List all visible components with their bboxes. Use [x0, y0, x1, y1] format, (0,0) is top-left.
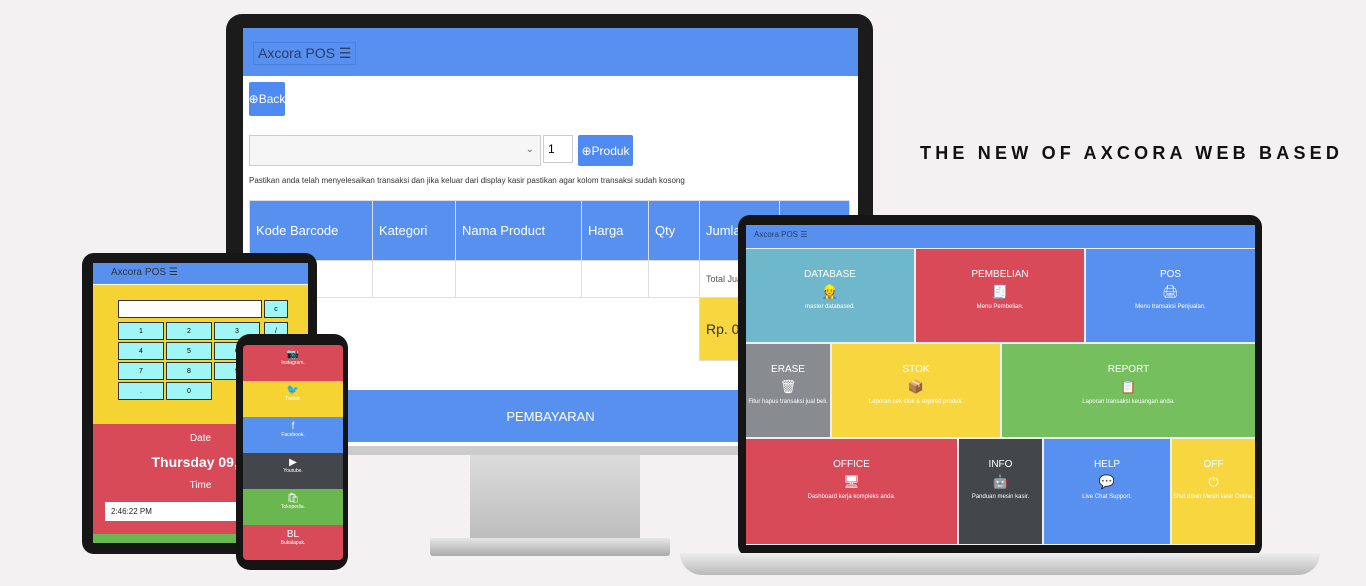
monitor-stand [470, 452, 640, 542]
link-label: Facebook. [281, 432, 305, 438]
tile-desc: Menu Pembelian. [976, 304, 1024, 310]
tile-title: OFF [1203, 459, 1224, 470]
tile-desc: Menu transaksi Penjualan. [1135, 304, 1206, 310]
back-label: Back [258, 92, 286, 106]
chevron-down-icon: ⌄ [525, 144, 534, 155]
link-instagram[interactable]: 📷 Instagram. [243, 345, 343, 381]
laptop-screen: Axcora POS ☰ DATABASE 👷 master databased. P… [746, 225, 1255, 545]
add-product-button[interactable]: ⊕ Produk [578, 135, 633, 166]
bukalapak-icon: BL [286, 529, 300, 540]
tile-erase[interactable]: ERASE 🗑 Fitur hapus transaksi jual beli. [746, 344, 830, 437]
col-header: Harga [581, 200, 649, 261]
pembelian-icon: 🧾 [991, 284, 1009, 299]
tile-pos[interactable]: POS 🖨 Menu transaksi Penjualan. [1086, 249, 1255, 342]
tile-desc: master databased. [805, 304, 855, 310]
col-header: Kategori [372, 200, 456, 261]
headline: THE NEW OF AXCORA WEB BASED [920, 143, 1344, 163]
app-header: Axcora POS ☰ [243, 28, 858, 76]
tile-title: OFFICE [833, 459, 870, 470]
plus-circle-icon: ⊕ [248, 92, 259, 106]
link-tokopedia[interactable]: 🛍 Tokopedia. [243, 489, 343, 525]
col-header: Kode Barcode [249, 200, 373, 261]
tile-title: PEMBELIAN [971, 269, 1029, 280]
calc-key[interactable]: 1 [118, 322, 164, 340]
tile-off[interactable]: OFF ⏻ Shut down Mesin kasir Online. [1172, 439, 1255, 544]
app-header: Axcora POS ☰ [93, 263, 308, 284]
report-icon: 📋 [1120, 379, 1137, 394]
off-icon: ⏻ [1208, 474, 1219, 489]
facebook-icon: f [291, 421, 295, 432]
calculator-display[interactable] [118, 300, 262, 318]
col-header: Qty [648, 200, 700, 261]
calc-key[interactable]: 4 [118, 342, 164, 360]
tile-desc: Dashboard kerja kompleks anda. [807, 494, 896, 500]
tile-desc: Fitur hapus transaksi jual beli. [748, 399, 828, 405]
link-bukalapak[interactable]: BL Bukalapak. [243, 525, 343, 560]
link-label: Tokopedia. [280, 504, 306, 510]
youtube-icon: ▶ [289, 457, 297, 468]
tile-pembelian[interactable]: PEMBELIAN 🧾 Menu Pembelian. [916, 249, 1084, 342]
tile-title: DATABASE [804, 269, 856, 280]
tile-database[interactable]: DATABASE 👷 master databased. [746, 249, 914, 342]
link-facebook[interactable]: f Facebook. [243, 417, 343, 453]
phone-screen: 📷 Instagram. 🐦 Twitter. f Facebook. ▶ Youtube. 🛍… [243, 345, 343, 560]
tile-desc: Laporan cek stok & expired produk. [868, 399, 964, 405]
tile-desc: Panduan mesin kasir. [971, 494, 1030, 500]
produk-label: Produk [591, 143, 630, 158]
tile-desc: Shut down Mesin kasir Online. [1172, 494, 1255, 500]
monitor-foot [430, 538, 670, 556]
hamburger-icon[interactable]: ☰ [800, 230, 807, 239]
tile-desc: Laporan transaksi keuangan anda. [1082, 399, 1175, 405]
hamburger-icon[interactable]: ☰ [339, 45, 352, 61]
calc-key[interactable]: 5 [166, 342, 212, 360]
tile-help[interactable]: HELP 💬 Live Chat Support. [1044, 439, 1170, 544]
plus-circle-icon: ⊕ [581, 143, 592, 158]
brand-menu[interactable]: Axcora POS ☰ [253, 42, 357, 65]
calc-key[interactable]: . [118, 382, 164, 400]
database-icon: 👷 [821, 284, 839, 299]
brand-label[interactable]: Axcora POS [111, 267, 166, 278]
info-icon: 🤖 [992, 474, 1009, 489]
instagram-icon: 📷 [286, 349, 300, 360]
tile-title: HELP [1093, 459, 1121, 470]
tile-title: REPORT [1107, 364, 1150, 375]
notice-text: Pastikan anda telah menyelesaikan transa… [249, 176, 685, 185]
tile-report[interactable]: REPORT 📋 Laporan transaksi keuangan anda. [1002, 344, 1255, 437]
quantity-stepper[interactable]: 1 [543, 135, 573, 163]
tile-title: INFO [988, 459, 1013, 470]
app-header: Axcora POS ☰ [746, 225, 1255, 248]
stok-icon: 📦 [907, 379, 925, 394]
brand-label: Axcora POS [258, 45, 336, 61]
hamburger-icon[interactable]: ☰ [169, 267, 178, 278]
office-icon: 🖥 [843, 474, 860, 489]
link-label: Instagram. [281, 360, 305, 366]
calc-key[interactable]: 2 [166, 322, 212, 340]
pos-icon: 🖨 [1162, 284, 1179, 299]
brand-label[interactable]: Axcora POS [754, 230, 798, 239]
tile-title: STOK [902, 364, 930, 375]
link-label: Twitter. [285, 396, 301, 402]
twitter-icon: 🐦 [286, 385, 300, 396]
link-label: Bukalapak. [280, 540, 306, 546]
laptop-base [680, 553, 1320, 575]
help-icon: 💬 [1098, 474, 1116, 489]
calc-key[interactable]: 7 [118, 362, 164, 380]
calc-key[interactable]: c [264, 300, 288, 318]
tile-title: POS [1159, 269, 1182, 280]
tile-office[interactable]: OFFICE 🖥 Dashboard kerja kompleks anda. [746, 439, 957, 544]
calc-key[interactable]: 0 [166, 382, 212, 400]
erase-icon: 🗑 [779, 379, 797, 394]
col-header: Nama Product [455, 200, 582, 261]
tokopedia-icon: 🛍 [286, 493, 300, 504]
tile-info[interactable]: INFO 🤖 Panduan mesin kasir. [959, 439, 1042, 544]
calc-key[interactable]: 8 [166, 362, 212, 380]
link-youtube[interactable]: ▶ Youtube. [243, 453, 343, 489]
link-twitter[interactable]: 🐦 Twitter. [243, 381, 343, 417]
tile-title: ERASE [771, 364, 805, 375]
link-label: Youtube. [283, 468, 303, 474]
back-button[interactable]: ⊕ Back [249, 82, 285, 116]
tile-desc: Live Chat Support. [1082, 494, 1132, 500]
product-select[interactable]: ⌄ [249, 135, 541, 166]
tile-stok[interactable]: STOK 📦 Laporan cek stok & expired produk. [832, 344, 1000, 437]
